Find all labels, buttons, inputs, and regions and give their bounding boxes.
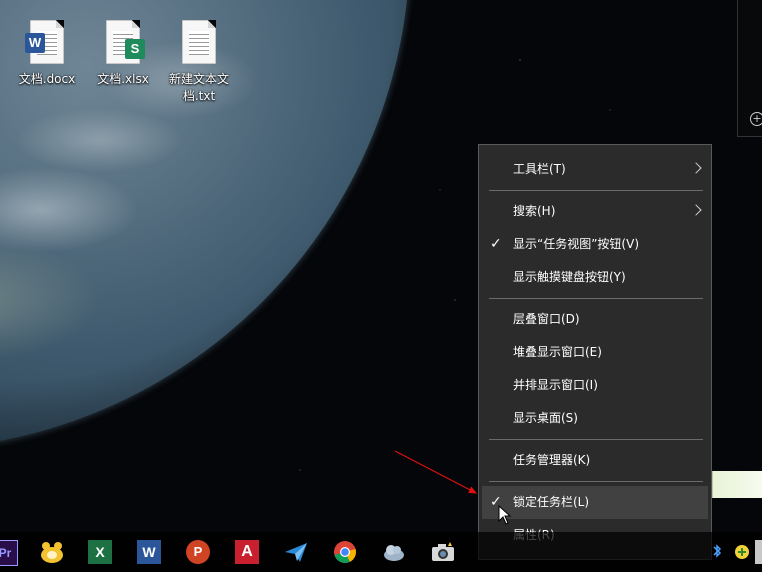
tray-popup-strip [712,471,762,498]
add-circle-icon[interactable] [734,540,750,564]
menu-separator [489,481,703,482]
menu-item-show-task-view[interactable]: ✓ 显示“任务视图”按钮(V) [482,228,708,261]
menu-item-label: 显示触摸键盘按钮(Y) [513,270,626,284]
menu-item-stack-windows[interactable]: 堆叠显示窗口(E) [482,336,708,369]
qq-pet-icon[interactable] [40,540,64,564]
menu-item-label: 显示桌面(S) [513,411,578,425]
powerpoint-icon[interactable]: P [186,540,210,564]
menu-item-label: 堆叠显示窗口(E) [513,345,602,359]
chrome-icon[interactable] [333,540,357,564]
menu-item-label: 并排显示窗口(I) [513,378,598,392]
taskbar-context-menu: 工具栏(T) 搜索(H) ✓ 显示“任务视图”按钮(V) 显示触摸键盘按钮(Y)… [478,144,712,560]
menu-separator [489,190,703,191]
menu-item-show-touch-keyboard[interactable]: 显示触摸键盘按钮(Y) [482,261,708,294]
paper-plane-icon[interactable] [284,540,308,564]
cloud-icon[interactable] [382,540,406,564]
menu-item-label: 显示“任务视图”按钮(V) [513,237,640,251]
menu-item-task-manager[interactable]: 任务管理器(K) [482,444,708,477]
excel-icon[interactable]: X [88,540,112,564]
premiere-icon[interactable]: Pr [0,540,18,566]
menu-item-cascade-windows[interactable]: 层叠窗口(D) [482,303,708,336]
menu-item-label: 锁定任务栏(L) [513,495,590,509]
autocad-icon[interactable]: A [235,540,259,564]
menu-item-label: 任务管理器(K) [513,453,591,467]
camera-icon[interactable] [431,540,455,564]
chevron-right-icon [690,204,702,216]
bluetooth-icon[interactable] [712,540,722,564]
taskbar[interactable]: Pr X W P A [0,532,762,572]
tray-overflow-icon[interactable] [755,540,762,564]
check-icon: ✓ [490,236,502,252]
menu-item-toolbars[interactable]: 工具栏(T) [482,153,708,186]
menu-item-label: 搜索(H) [513,204,556,218]
word-icon[interactable]: W [137,540,161,564]
menu-separator [489,439,703,440]
menu-item-label: 层叠窗口(D) [513,312,580,326]
menu-item-label: 工具栏(T) [513,162,566,176]
menu-item-lock-taskbar[interactable]: ✓ 锁定任务栏(L) [482,486,708,519]
mouse-cursor-icon [498,505,512,525]
menu-item-side-by-side[interactable]: 并排显示窗口(I) [482,369,708,402]
chevron-right-icon [690,162,702,174]
menu-separator [489,298,703,299]
menu-item-search[interactable]: 搜索(H) [482,195,708,228]
menu-item-show-desktop[interactable]: 显示桌面(S) [482,402,708,435]
